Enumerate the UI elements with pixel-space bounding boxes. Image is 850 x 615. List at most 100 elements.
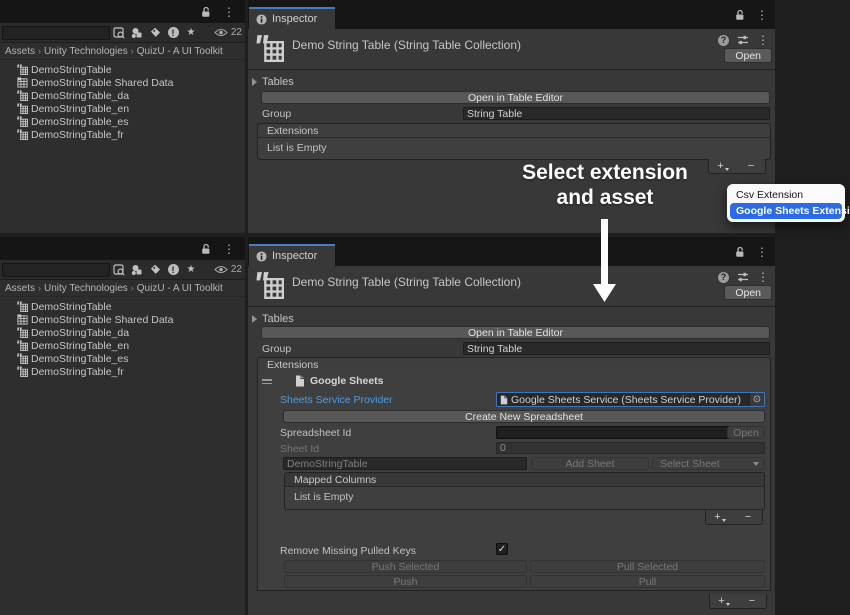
sheets-service-provider-field[interactable]: Google Sheets Service (Sheets Service Pr… — [496, 392, 765, 407]
foldout-arrow-icon — [252, 78, 257, 86]
open-in-table-editor-button[interactable]: Open in Table Editor — [261, 91, 770, 104]
list-item[interactable]: DemoStringTable_en — [0, 102, 245, 115]
mapped-columns-header[interactable]: Mapped Columns — [285, 473, 764, 487]
sheet-id-label: Sheet Id — [280, 443, 319, 455]
add-column-button[interactable]: + — [706, 510, 734, 524]
add-extension-button[interactable]: + — [710, 594, 738, 608]
open-button[interactable]: Open — [724, 285, 772, 300]
list-item[interactable]: DemoStringTable_da — [0, 89, 245, 102]
panel-menu-icon[interactable]: ⋮ — [756, 247, 768, 257]
asset-title: Demo String Table (String Table Collecti… — [292, 275, 521, 289]
asset-list: DemoStringTable DemoStringTable Shared D… — [0, 297, 245, 378]
panel-menu-icon[interactable]: ⋮ — [756, 10, 768, 20]
search-input[interactable] — [2, 263, 110, 277]
saved-search-icon[interactable] — [110, 25, 128, 41]
list-item[interactable]: DemoStringTable — [0, 63, 245, 76]
group-field[interactable]: String Table — [463, 107, 770, 120]
breadcrumb-unity-technologies[interactable]: Unity Technologies — [44, 283, 128, 294]
breadcrumb-assets[interactable]: Assets — [5, 283, 35, 294]
presets-icon[interactable] — [737, 271, 749, 283]
filter-by-type-icon[interactable] — [128, 262, 146, 278]
context-menu-icon[interactable]: ⋮ — [757, 272, 769, 282]
breadcrumb-separator: › — [38, 46, 41, 56]
list-item[interactable]: DemoStringTable — [0, 300, 245, 313]
warning-filter-icon[interactable]: ! — [164, 262, 182, 278]
push-selected-button: Push Selected — [284, 560, 527, 573]
filter-by-type-icon[interactable] — [128, 25, 146, 41]
list-item[interactable]: DemoStringTable_es — [0, 115, 245, 128]
tab-inspector[interactable]: Inspector — [249, 7, 335, 29]
string-table-icon — [17, 340, 28, 351]
favorites-icon[interactable]: ★ — [182, 25, 200, 41]
tab-inspector[interactable]: Inspector — [249, 244, 335, 266]
unlock-icon[interactable] — [735, 246, 745, 258]
asset-title: Demo String Table (String Table Collecti… — [292, 38, 521, 52]
list-item[interactable]: DemoStringTable_es — [0, 352, 245, 365]
filter-by-label-icon[interactable] — [146, 262, 164, 278]
drag-handle-icon[interactable] — [262, 379, 272, 386]
plus-dropdown-caret-icon — [726, 603, 730, 606]
object-picker-icon[interactable]: ⊙ — [749, 393, 764, 406]
info-icon — [256, 251, 267, 262]
remove-missing-pulled-keys-checkbox[interactable]: ✓ — [496, 543, 508, 555]
search-input[interactable] — [2, 26, 110, 40]
list-item[interactable]: DemoStringTable_en — [0, 339, 245, 352]
spreadsheet-id-input[interactable] — [496, 426, 739, 439]
shared-table-data-icon — [17, 77, 28, 88]
unlock-icon[interactable] — [201, 6, 211, 18]
remove-column-button[interactable]: − — [734, 510, 762, 524]
warning-filter-icon[interactable]: ! — [164, 25, 182, 41]
string-table-icon — [17, 64, 28, 75]
open-in-table-editor-button[interactable]: Open in Table Editor — [261, 326, 770, 339]
list-item[interactable]: DemoStringTable Shared Data — [0, 76, 245, 89]
tables-foldout[interactable]: Tables — [252, 313, 294, 325]
sheets-service-provider-label[interactable]: Sheets Service Provider — [280, 394, 393, 406]
group-field[interactable]: String Table — [463, 342, 770, 355]
favorites-icon[interactable]: ★ — [182, 262, 200, 278]
help-icon[interactable]: ? — [718, 35, 729, 46]
unlock-icon[interactable] — [735, 9, 745, 21]
help-icon[interactable]: ? — [718, 272, 729, 283]
group-label: Group — [262, 343, 291, 355]
tables-foldout[interactable]: Tables — [252, 76, 294, 88]
open-button[interactable]: Open — [724, 48, 772, 63]
breadcrumb-unity-technologies[interactable]: Unity Technologies — [44, 46, 128, 57]
filter-by-label-icon[interactable] — [146, 25, 164, 41]
hidden-count[interactable]: 22 — [214, 264, 242, 275]
list-item[interactable]: DemoStringTable_fr — [0, 365, 245, 378]
breadcrumb-assets[interactable]: Assets — [5, 46, 35, 57]
list-item[interactable]: DemoStringTable_fr — [0, 128, 245, 141]
extensions-header[interactable]: Extensions — [258, 358, 770, 372]
string-table-collection-icon — [256, 34, 284, 62]
menu-item-google-sheets-extension[interactable]: Google Sheets Extension — [730, 203, 842, 219]
context-menu-icon[interactable]: ⋮ — [757, 35, 769, 45]
inspector-body: Tables Open in Table Editor Group String… — [248, 307, 775, 615]
string-table-icon — [17, 301, 28, 312]
string-table-icon — [17, 353, 28, 364]
shared-table-data-icon — [17, 314, 28, 325]
saved-search-icon[interactable] — [110, 262, 128, 278]
panel-menu-icon[interactable]: ⋮ — [223, 244, 235, 254]
asset-doc-icon — [500, 395, 508, 405]
breadcrumb-quizu[interactable]: QuizU - A UI Toolkit — [137, 283, 223, 294]
spreadsheet-doc-icon — [295, 375, 305, 387]
breadcrumb-quizu[interactable]: QuizU - A UI Toolkit — [137, 46, 223, 57]
unlock-icon[interactable] — [201, 243, 211, 255]
list-item[interactable]: DemoStringTable Shared Data — [0, 313, 245, 326]
remove-extension-button[interactable]: − — [737, 159, 765, 173]
eye-icon — [214, 265, 228, 274]
extensions-header[interactable]: Extensions — [258, 124, 770, 138]
plus-dropdown-caret-icon — [725, 168, 729, 171]
breadcrumb-separator: › — [131, 46, 134, 56]
panel-menu-icon[interactable]: ⋮ — [223, 7, 235, 17]
pull-button: Pull — [530, 575, 765, 588]
menu-item-csv-extension[interactable]: Csv Extension — [730, 187, 842, 203]
breadcrumb-separator: › — [131, 283, 134, 293]
extensions-list: Extensions List is Empty — [257, 123, 771, 160]
spreadsheet-id-label: Spreadsheet Id — [280, 427, 351, 439]
list-item[interactable]: DemoStringTable_da — [0, 326, 245, 339]
remove-extension-button[interactable]: − — [738, 594, 766, 608]
presets-icon[interactable] — [737, 34, 749, 46]
create-new-spreadsheet-button[interactable]: Create New Spreadsheet — [283, 410, 765, 423]
hidden-count[interactable]: 22 — [214, 27, 242, 38]
